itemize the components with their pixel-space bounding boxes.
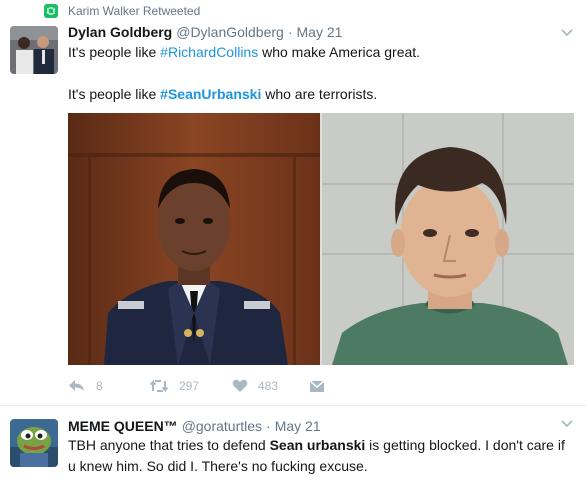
author-name[interactable]: MEME QUEEN™ [68, 418, 178, 434]
hashtag-link[interactable]: #SeanUrbanski [160, 86, 261, 102]
avatar[interactable] [10, 419, 58, 467]
reply-count: 8 [96, 379, 103, 393]
heart-icon [232, 379, 248, 392]
avatar[interactable] [10, 26, 58, 74]
chevron-down-icon[interactable] [560, 419, 574, 429]
separator: · [266, 418, 271, 434]
direct-message-button[interactable] [309, 376, 325, 396]
photo-right[interactable] [322, 113, 574, 365]
tweet-header: Dylan Goldberg @DylanGoldberg · May 21 [68, 24, 342, 40]
chevron-down-icon[interactable] [560, 28, 574, 38]
photo-left[interactable] [68, 113, 320, 365]
tweet-media[interactable] [68, 113, 574, 365]
author-name[interactable]: Dylan Goldberg [68, 24, 172, 40]
highlighted-text: Sean urbanski [269, 437, 366, 453]
text-segment: TBH anyone that tries to defend [68, 437, 270, 453]
author-handle[interactable]: @goraturtles [182, 418, 262, 434]
tweet-header: MEME QUEEN™ @goraturtles · May 21 [68, 418, 321, 434]
reply-icon [69, 380, 84, 391]
tweet-text-line1: It's people like #RichardCollins who mak… [68, 42, 420, 63]
retweet-count: 297 [179, 379, 200, 393]
tweet[interactable]: Karim Walker Retweeted Dylan Goldberg @D… [0, 0, 586, 406]
envelope-icon [309, 379, 325, 392]
retweet-icon [149, 379, 169, 393]
tweet-date[interactable]: May 21 [297, 24, 343, 40]
retweet-context: Karim Walker Retweeted [44, 3, 200, 19]
text-segment: It's people like [68, 44, 161, 60]
tweet-actions: 8 297 483 [68, 376, 368, 396]
hashtag-link[interactable]: #RichardCollins [160, 44, 258, 60]
text-segment: who are terrorists. [261, 86, 378, 102]
author-handle[interactable]: @DylanGoldberg [176, 24, 284, 40]
retweet-button[interactable]: 297 [149, 376, 199, 396]
retweet-icon [44, 4, 58, 18]
reply-button[interactable]: 8 [68, 376, 103, 396]
like-count: 483 [258, 379, 279, 393]
like-button[interactable]: 483 [232, 376, 278, 396]
tweet-date[interactable]: May 21 [275, 418, 321, 434]
retweeted-by-label: Karim Walker Retweeted [68, 4, 201, 18]
tweet-text-line2: It's people like #SeanUrbanski who are t… [68, 84, 377, 105]
tweet-text: TBH anyone that tries to defend Sean urb… [68, 435, 573, 477]
text-segment: who make America great. [258, 44, 421, 60]
text-segment: It's people like [68, 86, 161, 102]
separator: · [287, 24, 293, 40]
